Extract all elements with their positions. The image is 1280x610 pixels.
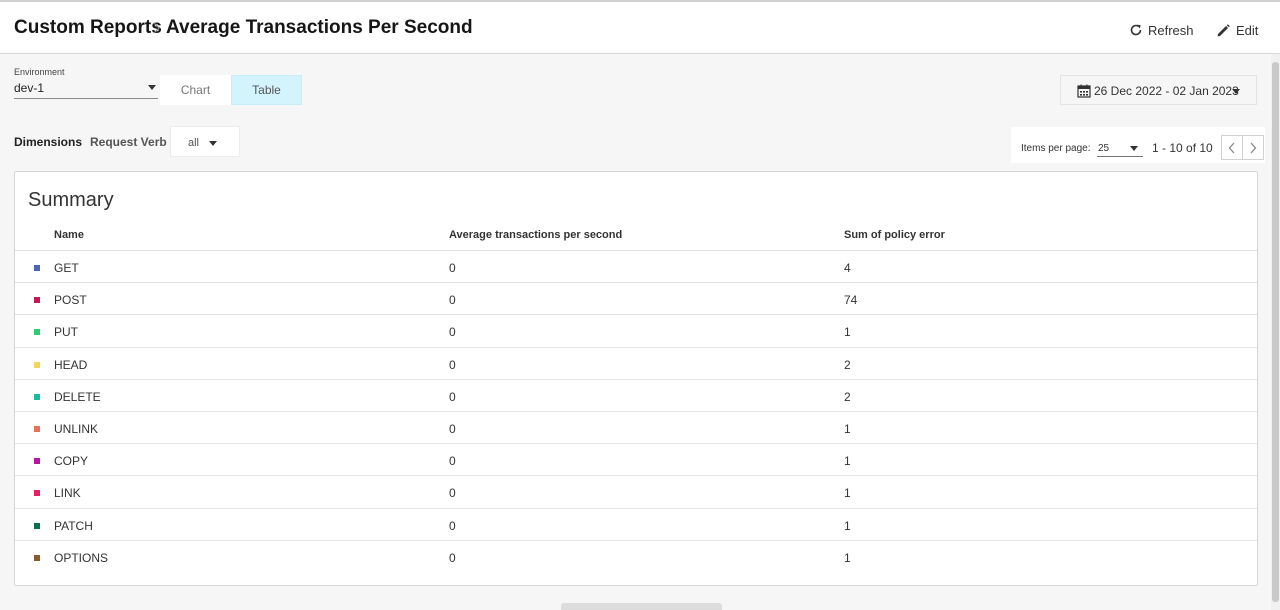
tab-chart[interactable]: Chart bbox=[160, 75, 231, 105]
pagination-range: 1 - 10 of 10 bbox=[1152, 141, 1213, 155]
page-scrollbar[interactable] bbox=[1271, 54, 1280, 610]
row-average-tps: 0 bbox=[449, 486, 456, 501]
row-policy-error-sum: 1 bbox=[844, 518, 851, 533]
request-verb-select[interactable]: all bbox=[170, 126, 240, 157]
edit-button[interactable]: Edit bbox=[1216, 20, 1258, 40]
chevron-down-icon bbox=[1130, 146, 1138, 151]
items-per-page-label: Items per page: bbox=[1021, 143, 1091, 154]
summary-card: Summary Name Average transactions per se… bbox=[14, 171, 1258, 586]
row-average-tps: 0 bbox=[449, 454, 456, 469]
row-name: DELETE bbox=[54, 389, 101, 404]
row-name: GET bbox=[54, 261, 79, 275]
request-verb-value: all bbox=[188, 137, 200, 149]
row-policy-error-sum: 2 bbox=[844, 357, 851, 372]
tab-chart-label: Chart bbox=[180, 83, 211, 97]
table-row[interactable]: HEAD 0 2 bbox=[15, 346, 1257, 379]
row-average-tps: 0 bbox=[449, 518, 456, 533]
row-name: PUT bbox=[54, 325, 78, 340]
series-color-swatch bbox=[34, 297, 40, 304]
row-policy-error-sum: 1 bbox=[844, 422, 851, 436]
table-row[interactable]: PUT 0 1 bbox=[15, 314, 1257, 346]
row-policy-error-sum: 1 bbox=[844, 325, 851, 340]
table-row[interactable]: LINK 0 1 bbox=[15, 475, 1257, 507]
table-row[interactable]: PATCH 0 1 bbox=[15, 507, 1257, 540]
table-row[interactable]: UNLINK 0 1 bbox=[15, 411, 1257, 443]
request-verb-label: Request Verb bbox=[90, 135, 167, 149]
series-color-swatch bbox=[34, 426, 40, 432]
series-color-swatch bbox=[34, 458, 40, 465]
refresh-label: Refresh bbox=[1148, 22, 1194, 38]
summary-title: Summary bbox=[28, 189, 114, 211]
row-average-tps: 0 bbox=[449, 357, 456, 372]
row-policy-error-sum: 1 bbox=[844, 550, 851, 565]
items-per-page-select[interactable]: 25 bbox=[1097, 141, 1143, 157]
chevron-down-icon bbox=[148, 85, 156, 90]
row-name: PATCH bbox=[54, 518, 93, 533]
table-row[interactable]: OPTIONS 0 1 bbox=[15, 539, 1257, 572]
table-row[interactable]: GET 0 4 bbox=[15, 250, 1257, 282]
row-average-tps: 0 bbox=[449, 325, 456, 340]
bottom-handle[interactable] bbox=[561, 603, 722, 610]
column-header-policy-error[interactable]: Sum of policy error bbox=[844, 229, 945, 241]
table-row[interactable]: DELETE 0 2 bbox=[15, 378, 1257, 411]
page-header: Custom Reports Average Transactions Per … bbox=[0, 0, 1280, 54]
environment-label: Environment bbox=[14, 67, 65, 77]
dimensions-label: Dimensions bbox=[14, 135, 83, 149]
row-name: LINK bbox=[54, 486, 81, 501]
breadcrumb-custom-reports[interactable]: Custom Reports bbox=[14, 17, 162, 39]
row-name: HEAD bbox=[54, 357, 88, 372]
table-row[interactable]: POST 0 74 bbox=[15, 282, 1257, 314]
environment-select[interactable]: dev-1 bbox=[14, 79, 158, 99]
row-average-tps: 0 bbox=[449, 261, 456, 275]
chevron-right-icon bbox=[1250, 142, 1257, 153]
row-policy-error-sum: 2 bbox=[844, 389, 851, 404]
table-row[interactable]: COPY 0 1 bbox=[15, 443, 1257, 475]
pagination: Items per page: 25 1 - 10 of 10 bbox=[1011, 127, 1265, 163]
column-header-average-tps[interactable]: Average transactions per second bbox=[449, 229, 622, 241]
row-name: UNLINK bbox=[54, 422, 99, 436]
series-color-swatch bbox=[34, 329, 40, 336]
row-name: COPY bbox=[54, 454, 89, 469]
chevron-down-icon bbox=[209, 141, 217, 146]
series-color-swatch bbox=[34, 490, 40, 497]
chevron-left-icon bbox=[1228, 142, 1235, 153]
series-color-swatch bbox=[34, 554, 40, 561]
series-color-swatch bbox=[34, 522, 40, 529]
row-name: POST bbox=[54, 293, 87, 308]
row-policy-error-sum: 74 bbox=[844, 293, 858, 308]
date-range-picker[interactable]: 26 Dec 2022 - 02 Jan 2023 bbox=[1060, 75, 1257, 105]
row-policy-error-sum: 1 bbox=[844, 454, 851, 469]
series-color-swatch bbox=[34, 393, 40, 400]
edit-label: Edit bbox=[1236, 22, 1259, 38]
previous-page-button[interactable] bbox=[1221, 135, 1243, 160]
row-name: OPTIONS bbox=[54, 550, 109, 565]
series-color-swatch bbox=[34, 361, 40, 368]
tab-table[interactable]: Table bbox=[231, 75, 302, 105]
series-color-swatch bbox=[34, 265, 40, 271]
calendar-icon bbox=[1077, 84, 1091, 98]
row-average-tps: 0 bbox=[449, 422, 456, 436]
scrollbar-thumb[interactable] bbox=[1272, 62, 1279, 602]
chevron-down-icon bbox=[1232, 89, 1240, 94]
environment-value: dev-1 bbox=[14, 81, 45, 95]
date-range-value: 26 Dec 2022 - 02 Jan 2023 bbox=[1094, 84, 1239, 98]
row-average-tps: 0 bbox=[449, 550, 456, 565]
tab-table-label: Table bbox=[252, 83, 281, 97]
items-per-page-value: 25 bbox=[1098, 143, 1110, 154]
refresh-icon bbox=[1130, 24, 1142, 36]
column-header-name[interactable]: Name bbox=[54, 229, 84, 241]
pencil-icon bbox=[1217, 23, 1230, 36]
row-policy-error-sum: 4 bbox=[844, 261, 851, 275]
row-average-tps: 0 bbox=[449, 293, 456, 308]
page-title: Average Transactions Per Second bbox=[166, 17, 473, 38]
row-policy-error-sum: 1 bbox=[844, 486, 851, 501]
breadcrumb-separator-icon bbox=[151, 21, 165, 35]
row-average-tps: 0 bbox=[449, 389, 456, 404]
refresh-button[interactable]: Refresh bbox=[1129, 20, 1194, 40]
next-page-button[interactable] bbox=[1242, 135, 1264, 160]
